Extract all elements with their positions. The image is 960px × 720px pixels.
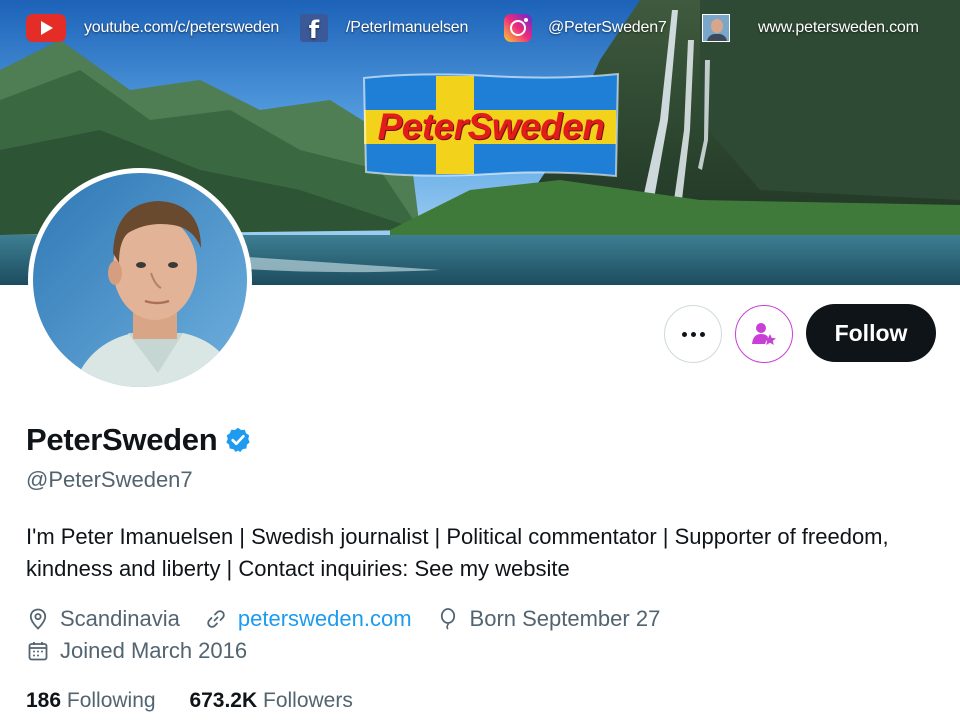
verified-badge-icon[interactable]: [224, 426, 252, 454]
follow-stats: 186 Following 673.2K Followers: [26, 689, 381, 713]
link-icon: [207, 610, 225, 628]
follow-button[interactable]: Follow: [806, 304, 936, 362]
instagram-text: @PeterSweden7: [548, 19, 667, 36]
avatar-photo: [33, 173, 247, 387]
name-row: PeterSweden: [26, 422, 252, 458]
display-name: PeterSweden: [26, 422, 218, 457]
calendar-icon: [28, 642, 48, 661]
location-text: Scandinavia: [60, 606, 180, 631]
more-options-button[interactable]: [664, 305, 722, 363]
website-text: www.petersweden.com: [758, 19, 919, 36]
following-stat[interactable]: 186 Following: [26, 689, 161, 712]
location-pin-icon: [29, 608, 47, 630]
petersweden-logo: PeterSweden: [360, 72, 622, 180]
facebook-text: /PeterImanuelsen: [346, 19, 469, 36]
balloon-icon: [440, 608, 455, 630]
youtube-link[interactable]: youtube.com/c/petersweden: [26, 14, 279, 42]
following-label: Following: [66, 689, 156, 712]
subscribe-star-icon: [752, 323, 776, 345]
profile-bio: I'm Peter Imanuelsen | Swedish journalis…: [26, 524, 889, 581]
youtube-icon: [26, 14, 66, 42]
instagram-link[interactable]: @PeterSweden7: [504, 14, 667, 42]
logo-text: PeterSweden: [377, 106, 605, 147]
profile-meta-row-2: Joined March 2016: [26, 638, 271, 664]
followers-count: 673.2K: [189, 689, 263, 712]
profile-avatar[interactable]: [28, 168, 252, 392]
user-handle: @PeterSweden7: [26, 467, 193, 492]
website-link[interactable]: www.petersweden.com: [702, 14, 919, 42]
youtube-text: youtube.com/c/petersweden: [84, 19, 280, 36]
instagram-icon: [504, 14, 532, 42]
location-item: Scandinavia: [26, 606, 180, 632]
birthday-item: Born September 27: [436, 606, 661, 632]
website-link-text[interactable]: petersweden.com: [238, 606, 412, 632]
more-dots-icon: [681, 331, 705, 337]
following-count: 186: [26, 689, 67, 712]
facebook-icon: f: [300, 14, 328, 44]
facebook-link[interactable]: f /PeterImanuelsen: [300, 14, 469, 44]
profile-meta-row-1: Scandinavia petersweden.com Born Septemb…: [26, 606, 684, 632]
joined-text: Joined March 2016: [60, 638, 248, 663]
website-item[interactable]: petersweden.com: [204, 606, 412, 632]
subscribe-button[interactable]: [735, 305, 793, 363]
followers-label: Followers: [263, 689, 353, 712]
followers-stat[interactable]: 673.2K Followers: [189, 689, 352, 712]
joined-item: Joined March 2016: [26, 638, 247, 664]
profile-thumbnail: [702, 14, 730, 42]
birthday-text: Born September 27: [469, 606, 661, 631]
